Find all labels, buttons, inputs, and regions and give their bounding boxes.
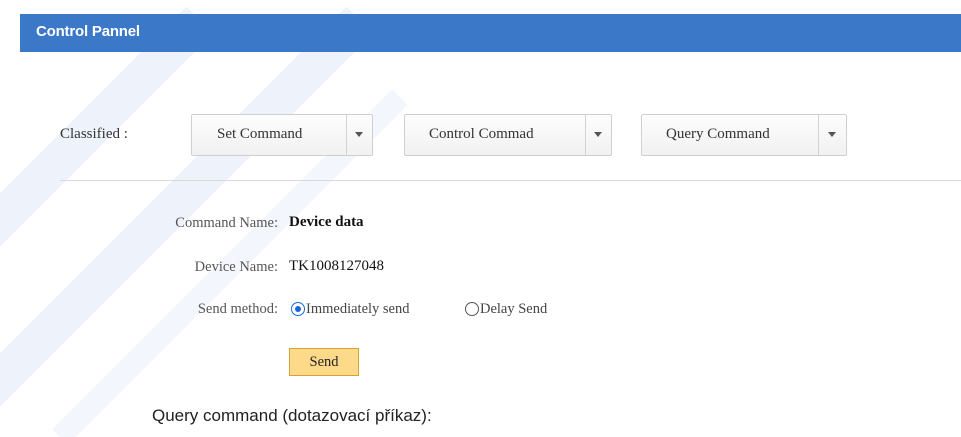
send-method-label: Send method: [197, 301, 278, 317]
send-button[interactable]: Send [289, 348, 359, 376]
control-command-dropdown[interactable]: Control Commad [404, 114, 612, 156]
dropdown-separator [346, 115, 347, 155]
dropdown-separator [818, 115, 819, 155]
command-name-label: Command Name: [175, 215, 278, 231]
panel-title: Control Pannel [36, 23, 140, 40]
immediately-send-label[interactable]: Immediately send [306, 301, 409, 318]
chevron-down-icon[interactable] [594, 132, 602, 137]
section-divider [60, 180, 961, 181]
classified-label: Classified : [60, 126, 128, 142]
chevron-down-icon[interactable] [355, 132, 363, 137]
control-command-label: Control Commad [429, 126, 534, 142]
device-name-value: TK1008127048 [289, 258, 384, 274]
command-name-value: Device data [289, 214, 364, 230]
caption-text: Query command (dotazovací příkaz): [152, 406, 432, 425]
delay-send-label[interactable]: Delay Send [480, 301, 547, 318]
chevron-down-icon[interactable] [828, 132, 836, 137]
device-name-label: Device Name: [194, 259, 278, 275]
delay-send-radio[interactable] [465, 302, 479, 316]
control-panel-header: Control Pannel [20, 14, 961, 52]
query-command-dropdown[interactable]: Query Command [641, 114, 847, 156]
set-command-label: Set Command [217, 126, 303, 142]
immediately-send-radio[interactable] [291, 302, 305, 316]
set-command-dropdown[interactable]: Set Command [191, 114, 373, 156]
query-command-label: Query Command [666, 126, 770, 142]
dropdown-separator [585, 115, 586, 155]
